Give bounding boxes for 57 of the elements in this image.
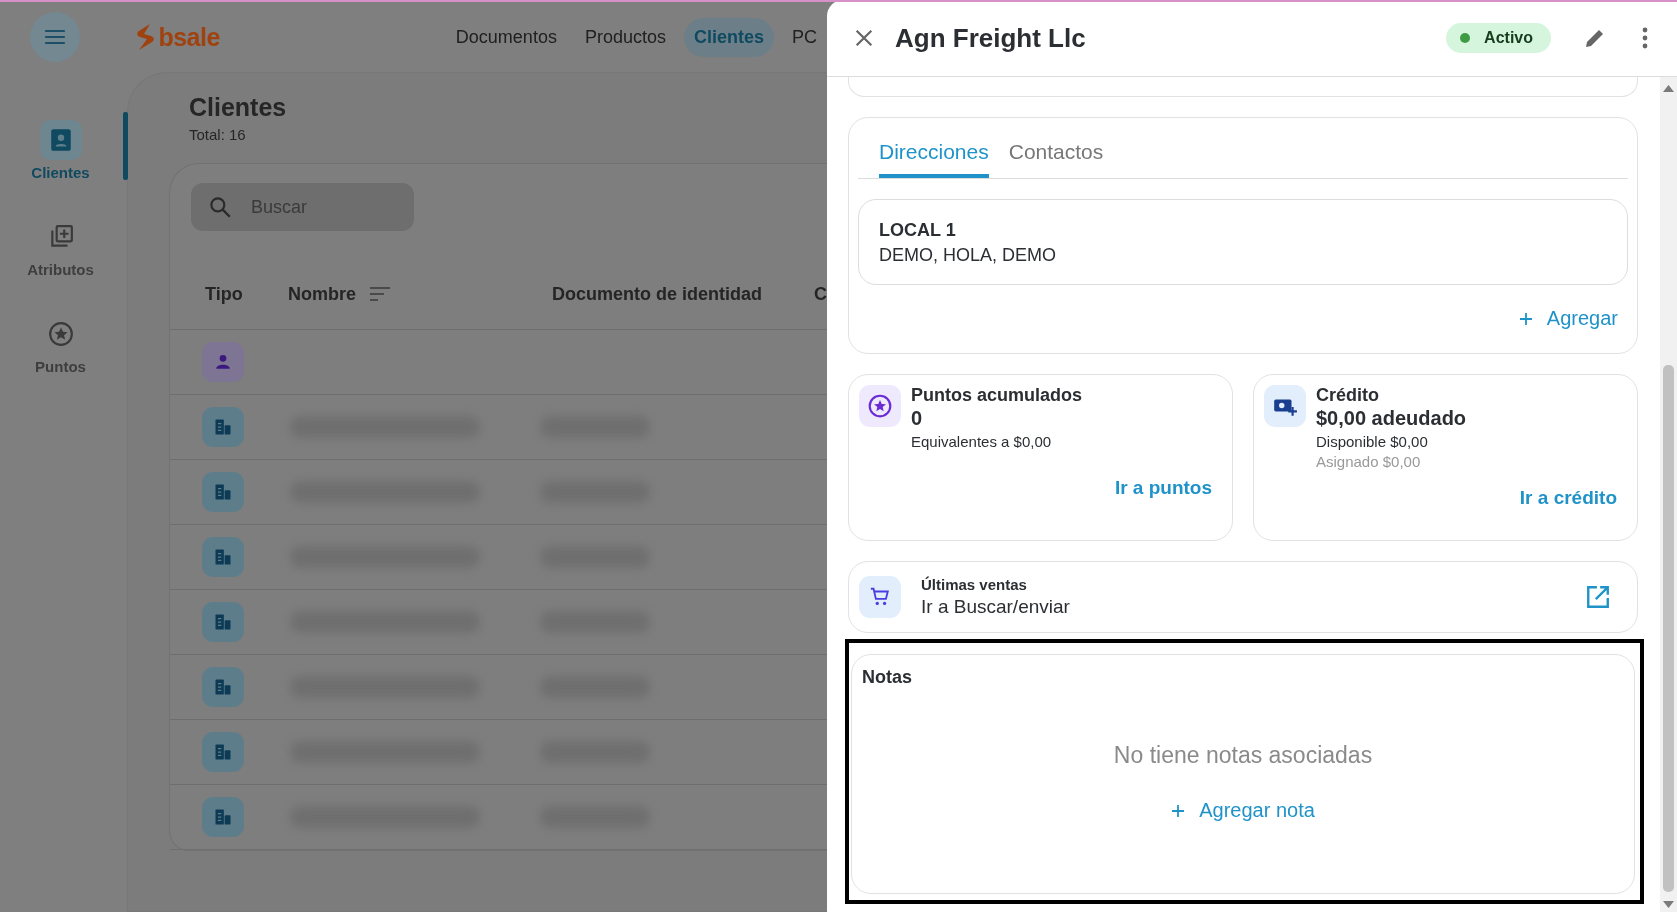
plus-icon bbox=[1518, 311, 1533, 326]
page-title: Clientes bbox=[189, 93, 288, 122]
address-card[interactable]: LOCAL 1 DEMO, HOLA, DEMO bbox=[858, 199, 1628, 285]
total-count: Total: 16 bbox=[189, 126, 247, 143]
column-header: Tipo bbox=[205, 283, 244, 305]
drawer-title: Agn Freight Llc bbox=[895, 22, 1087, 54]
menu-button[interactable] bbox=[30, 12, 81, 62]
building-icon bbox=[213, 807, 233, 827]
card-title: Notas bbox=[862, 667, 913, 688]
column-header: Nombre bbox=[288, 283, 552, 305]
nav-link[interactable]: PC bbox=[782, 17, 827, 57]
credit-link[interactable]: Ir a crédito bbox=[1519, 487, 1617, 509]
points-value: 0 bbox=[911, 407, 924, 430]
nav-link[interactable]: Clientes bbox=[683, 17, 774, 57]
sidebar-item[interactable]: Atributos bbox=[0, 217, 121, 278]
external-link-icon bbox=[1585, 584, 1611, 610]
logo-text: bsale bbox=[158, 22, 220, 52]
credit-detail: Asignado $0,00 bbox=[1316, 453, 1422, 470]
close-icon bbox=[853, 27, 875, 49]
person-icon bbox=[214, 353, 232, 371]
points-equivalent: Equivalentes a $0,00 bbox=[911, 433, 1053, 450]
building-icon bbox=[213, 612, 233, 632]
tab[interactable]: Direcciones bbox=[879, 132, 989, 178]
more-icon bbox=[1641, 26, 1649, 50]
nav-link[interactable]: Documentos bbox=[445, 17, 567, 57]
logo-icon bbox=[134, 22, 157, 52]
building-icon bbox=[213, 547, 233, 567]
sales-link-text: Ir a Buscar/enviar bbox=[921, 596, 1071, 618]
building-icon bbox=[213, 482, 233, 502]
empty-message: No tiene notas asociadas bbox=[1112, 742, 1374, 769]
credit-detail: Disponible $0,00 bbox=[1316, 433, 1429, 450]
card-title: Puntos acumulados bbox=[911, 385, 1083, 406]
nav-link[interactable]: Productos bbox=[574, 17, 676, 57]
star-circle-icon bbox=[867, 393, 893, 419]
points-link[interactable]: Ir a puntos bbox=[1114, 477, 1212, 499]
scrollbar-thumb[interactable] bbox=[1663, 365, 1674, 892]
status-dot-icon bbox=[1460, 33, 1471, 43]
star-circle-icon bbox=[47, 321, 74, 347]
building-icon bbox=[213, 677, 233, 697]
add-link[interactable]: Agregar bbox=[1518, 307, 1618, 330]
building-icon bbox=[213, 742, 233, 762]
search-icon bbox=[207, 194, 233, 220]
plus-icon bbox=[1171, 803, 1186, 818]
card-title: Últimas ventas bbox=[921, 576, 1028, 593]
scroll-down-icon[interactable] bbox=[1663, 900, 1674, 908]
status-badge: Activo bbox=[1446, 23, 1551, 53]
column-header: C bbox=[814, 283, 827, 305]
building-icon bbox=[213, 417, 233, 437]
cart-icon bbox=[869, 586, 891, 608]
add-note-link[interactable]: Agregar nota bbox=[1171, 799, 1315, 822]
column-header: Documento de identidad bbox=[552, 283, 763, 305]
sidebar-item[interactable]: Puntos bbox=[0, 314, 121, 375]
card-title: Crédito bbox=[1316, 385, 1380, 406]
tab[interactable]: Contactos bbox=[1008, 132, 1104, 178]
scroll-up-icon[interactable] bbox=[1663, 85, 1674, 93]
credit-value: $0,00 adeudado bbox=[1316, 407, 1467, 430]
sort-icon[interactable] bbox=[368, 284, 392, 304]
